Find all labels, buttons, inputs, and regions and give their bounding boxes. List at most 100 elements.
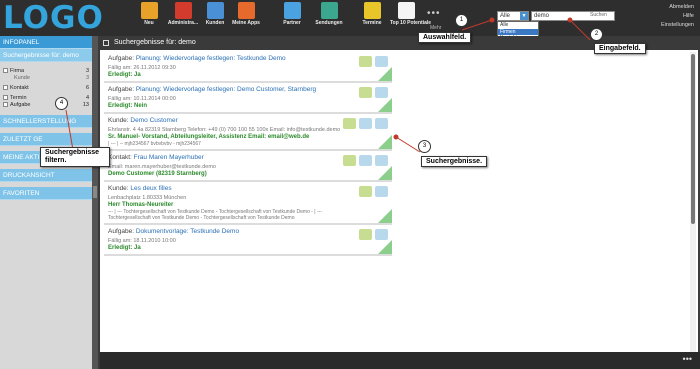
app-button-label: Kunden [205,20,225,26]
result-detail: Ehrlanstr. 4 4a 82319 Starnberg Telefon:… [108,127,341,133]
sidebar-section[interactable]: FAVORITEN [0,187,92,200]
result-item[interactable]: Kontakt: Frau Maren Mayerhuber Email: mar… [104,151,392,182]
app-button-label: Top 10 Potentiale [390,20,432,26]
tag-icon [103,40,109,46]
sidebar-section[interactable]: SCHNELLERSTELLUNG [0,115,92,128]
result-highlight: Erledigt: Ja [108,72,141,78]
more-dots-icon[interactable]: ••• [427,8,441,19]
sidebar-section[interactable]: ZULETZT GE [0,133,92,146]
result-detail: Email: maren.mayerhuber@testkunde.demo [108,164,216,170]
search-button[interactable]: Suchen [590,12,607,18]
search-type-option[interactable]: Alle [498,22,538,29]
app-button[interactable]: Neu [133,2,165,26]
package-icon [320,2,338,19]
filter-item[interactable]: Firma 3 [0,68,92,75]
status-corner [378,98,392,112]
app-button-label: Meine Apps [232,20,260,26]
result-title-row: Kunde: Les deux filles [108,185,344,192]
filter-item[interactable]: Kunde 3 [0,75,92,82]
edit-icon[interactable] [359,56,372,67]
search-type-option[interactable]: Firmen [498,28,538,36]
open-icon[interactable] [375,87,388,98]
result-highlight: Sr. Manuel- Vorstand, Abteilungsleiter, … [108,134,310,140]
result-title-row: Kunde: Demo Customer [108,117,344,124]
app-button[interactable]: Termine [356,2,388,26]
app-button-label: Neu [144,20,154,26]
edit-icon[interactable] [359,87,372,98]
status-corner [378,166,392,180]
app-button[interactable]: Administra... [167,2,199,26]
open-icon[interactable] [375,118,388,129]
result-type: Aufgabe: [108,86,135,93]
sidebar-search-heading[interactable]: Suchergebnisse für: demo [0,49,92,62]
open-icon[interactable] [375,229,388,240]
sidebar-section[interactable]: DRUCKANSICHT [0,169,92,182]
result-link[interactable]: Frau Maren Mayerhuber [134,154,204,161]
result-type: Kunde: [108,117,129,124]
result-link[interactable]: Planung: Wiedervorlage festlegen: Testku… [136,55,286,62]
logout-link[interactable]: Abmelden [661,3,694,12]
edit-icon[interactable] [359,186,372,197]
result-item[interactable]: Aufgabe: Planung: Wiedervorlage festlege… [104,52,392,83]
help-link[interactable]: Hilfe [661,12,694,21]
chevron-down-icon[interactable]: ▼ [520,12,528,20]
edit-icon[interactable] [359,229,372,240]
app-button[interactable]: Meine Apps [230,2,262,26]
logo: LOGO [3,0,104,36]
result-link[interactable]: Demo Customer [130,117,177,124]
filter-checkbox[interactable] [3,95,8,101]
result-detail: Fällig am: 18.11.2010 10:00 [108,238,176,244]
open-icon[interactable] [375,155,388,166]
app-button[interactable]: Top 10 Potentiale [390,2,432,26]
status-corner [378,240,392,254]
result-highlight: Erledigt: Ja [108,245,141,251]
open-icon[interactable] [375,56,388,67]
result-item[interactable]: Kunde: Les deux filles Lenbachplatz 1.803… [104,182,392,225]
open-icon[interactable] [375,186,388,197]
scrollbar[interactable] [690,52,696,352]
filter-checkbox[interactable] [3,102,8,108]
edit-icon[interactable] [343,118,356,129]
user-menu: Abmelden Hilfe Einstellungen [661,3,694,30]
result-link[interactable]: Dokumentvorlage: Testkunde Demo [136,228,239,235]
annotation-callout-3: Suchergebnisse. [421,156,488,167]
filter-item[interactable]: Termin 4 [0,95,92,102]
result-type: Kontakt: [108,154,132,161]
partner-icon [283,2,301,19]
result-link[interactable]: Les deux filles [130,185,171,192]
app-button[interactable]: Kunden [199,2,231,26]
settings-link[interactable]: Einstellungen [661,21,694,30]
filter-item[interactable]: Aufgabe 13 [0,102,92,109]
result-link[interactable]: Planung: Wiedervorlage festlegen: Demo C… [136,86,316,93]
result-item[interactable]: Kunde: Demo Customer Ehrlanstr. 4 4a 8231… [104,114,392,151]
more-dots-icon[interactable]: ••• [683,354,692,364]
main-content: Suchergebnisse für: demo Aufgabe: Planun… [100,36,698,352]
result-title-row: Aufgabe: Planung: Wiedervorlage festlege… [108,55,344,62]
filter-checkbox[interactable] [3,85,8,91]
sidebar-collapse-handle[interactable] [92,36,98,369]
search-type-select[interactable]: Alle ▼ [497,11,529,21]
result-type: Aufgabe: [108,55,135,62]
filter-item[interactable]: Kontakt 6 [0,85,92,92]
mail-icon[interactable] [359,155,372,166]
app-button-label: Partner [283,20,301,26]
top10-icon [397,2,415,19]
result-item[interactable]: Aufgabe: Planung: Wiedervorlage festlege… [104,83,392,114]
result-item[interactable]: Aufgabe: Dokumentvorlage: Testkunde Demo… [104,225,392,256]
app-button[interactable]: Partner [276,2,308,26]
edit-icon[interactable] [343,155,356,166]
sidebar-infopanel[interactable]: INFOPANEL [0,36,92,49]
filter-label: Kunde [14,75,30,81]
results-title: Suchergebnisse für: demo [114,39,196,46]
mail-icon[interactable] [359,118,372,129]
result-title-row: Kontakt: Frau Maren Mayerhuber [108,154,344,161]
app-button[interactable]: Sendungen [313,2,345,26]
filter-label: Firma [10,68,25,74]
annotation-callout-4: Suchergebnisse filtern. [40,147,110,167]
customers-icon [206,2,224,19]
result-detail: Fällig am: 10.11.2014 00:00 [108,96,176,102]
filter-checkbox[interactable] [3,68,8,74]
result-type: Kunde: [108,185,129,192]
footer-bar: ••• [100,352,700,369]
result-actions [356,186,388,199]
